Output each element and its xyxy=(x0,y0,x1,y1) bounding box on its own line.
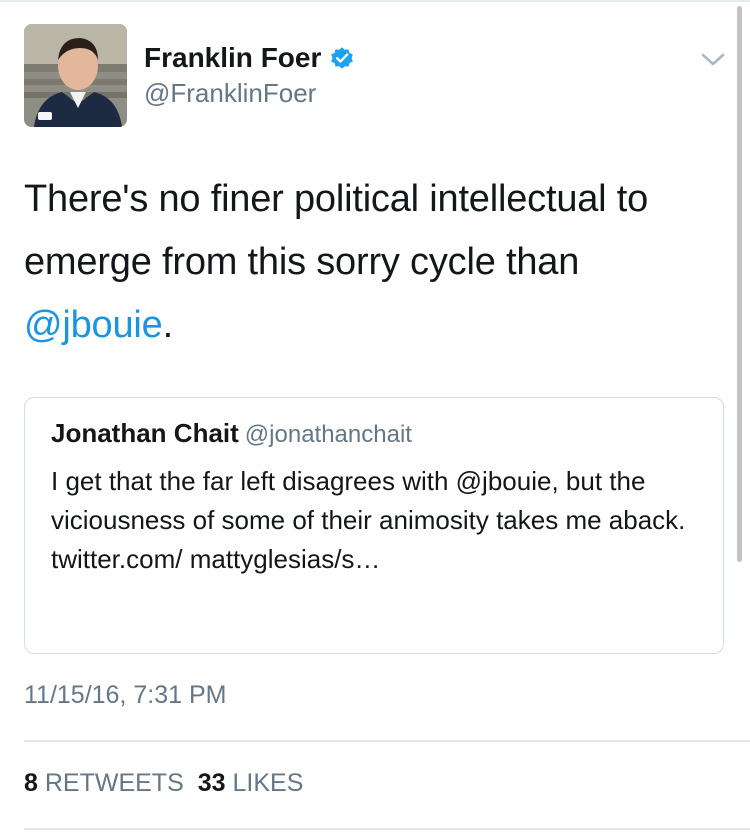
scrollbar[interactable] xyxy=(737,6,742,562)
avatar[interactable] xyxy=(24,24,127,127)
retweets-count: 8 xyxy=(24,769,38,797)
profile-photo xyxy=(24,24,127,127)
top-divider xyxy=(0,0,750,2)
quoted-tweet-card[interactable]: Jonathan Chait @jonathanchait I get that … xyxy=(24,397,724,654)
author-handle[interactable]: @FranklinFoer xyxy=(144,76,316,110)
retweets-label: RETWEETS xyxy=(44,769,184,797)
tweet-text: There's no finer political intellectual … xyxy=(24,168,724,357)
quoted-tweet-header: Jonathan Chait @jonathanchait xyxy=(51,418,412,449)
likes-stat[interactable]: 33 LIKES xyxy=(198,769,304,797)
divider xyxy=(24,740,750,742)
verified-badge-icon xyxy=(329,45,355,71)
likes-label: LIKES xyxy=(232,769,304,797)
quoted-author-name: Jonathan Chait xyxy=(51,418,239,448)
quoted-tweet-text: I get that the far left disagrees with @… xyxy=(51,466,686,574)
likes-count: 33 xyxy=(197,769,226,797)
quoted-author-handle: @jonathanchait xyxy=(244,421,412,448)
author-name-row: Franklin Foer xyxy=(144,40,355,76)
tweet-timestamp[interactable]: 11/15/16, 7:31 PM xyxy=(24,678,226,712)
chevron-down-icon[interactable] xyxy=(700,50,726,70)
mention-link[interactable]: @jbouie xyxy=(24,304,163,346)
tweet-text-part1: There's no finer political intellectual … xyxy=(24,178,649,283)
retweets-stat[interactable]: 8 RETWEETS xyxy=(24,769,184,797)
tweet-stats: 8 RETWEETS 33 LIKES xyxy=(24,766,303,800)
tweet-text-part2: . xyxy=(162,304,174,346)
divider xyxy=(24,828,750,830)
author-display-name[interactable]: Franklin Foer xyxy=(144,40,321,76)
